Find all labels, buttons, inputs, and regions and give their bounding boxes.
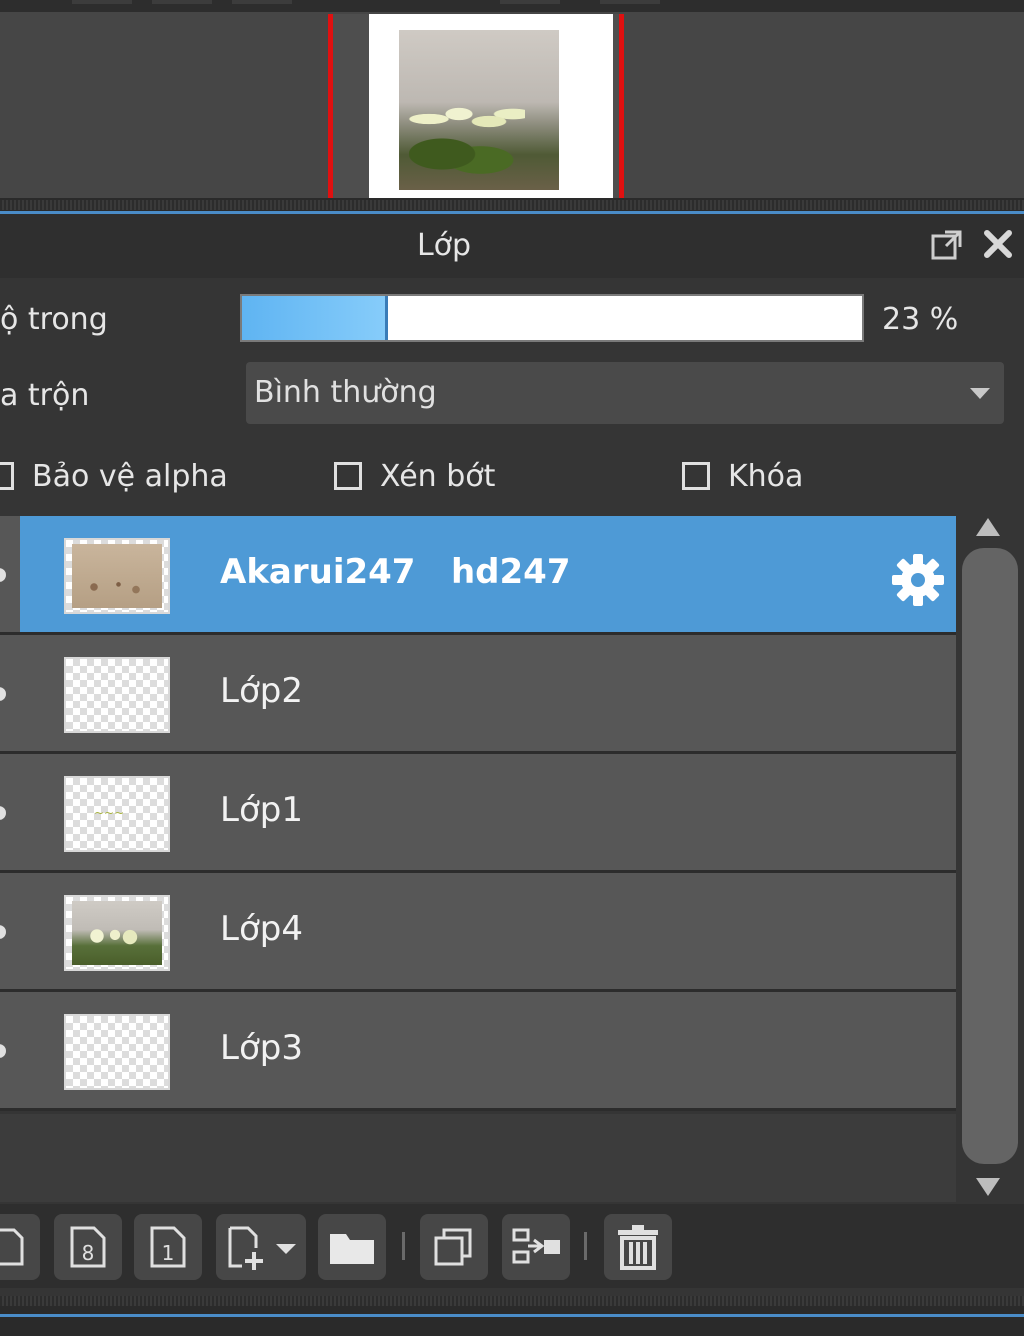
- layer-name: Lớp1: [220, 790, 303, 830]
- folder-icon: [330, 1234, 374, 1264]
- layer-name: Lớp3: [220, 1028, 303, 1068]
- layer-thumbnail: ~~~: [64, 776, 170, 852]
- checkbox-box[interactable]: [0, 462, 14, 490]
- close-icon[interactable]: [980, 226, 1016, 262]
- navigator-top-strip: [0, 0, 1024, 12]
- layer-toolbar: 8 1: [0, 1204, 1024, 1288]
- protect-alpha-label: Bảo vệ alpha: [32, 458, 228, 494]
- scroll-down-arrow-icon[interactable]: [976, 1178, 1000, 1196]
- panel-splitter[interactable]: [0, 200, 1024, 210]
- chevron-down-icon: [970, 388, 990, 399]
- layer-name: Lớp4: [220, 909, 303, 949]
- visibility-eye-icon[interactable]: [0, 687, 6, 701]
- add-layer-dropdown-button[interactable]: [216, 1214, 306, 1280]
- clipping-checkbox[interactable]: Xén bớt: [334, 458, 495, 494]
- layer-list: Akarui247 hd247 Lớp2 ~~~ Lớp1 Lớp4 Lớp3: [0, 516, 956, 1114]
- navigator-panel[interactable]: [0, 12, 1024, 198]
- duplicate-icon: [434, 1228, 472, 1266]
- scrollbar-thumb[interactable]: [962, 548, 1018, 1164]
- scroll-up-arrow-icon[interactable]: [976, 518, 1000, 536]
- layer-row[interactable]: Lớp3: [0, 992, 956, 1111]
- svg-text:8: 8: [82, 1241, 95, 1265]
- toolbar-stub: [72, 0, 132, 4]
- new-8bit-layer-button[interactable]: 8: [54, 1214, 122, 1280]
- delete-layer-button[interactable]: [604, 1214, 672, 1280]
- visibility-eye-icon[interactable]: [0, 1044, 6, 1058]
- opacity-label: ộ trong: [0, 302, 108, 337]
- blend-mode-select[interactable]: Bình thường: [246, 362, 1004, 424]
- duplicate-layer-button[interactable]: [420, 1214, 488, 1280]
- toolbar-separator: [584, 1232, 587, 1260]
- new-1bit-layer-button[interactable]: 1: [134, 1214, 202, 1280]
- gear-icon[interactable]: [888, 550, 948, 610]
- next-panel-strip: [0, 1317, 1024, 1336]
- opacity-slider[interactable]: [240, 294, 864, 342]
- lock-checkbox[interactable]: Khóa: [682, 458, 803, 494]
- blend-mode-label: a trộn: [0, 378, 90, 413]
- opacity-value: 23 %: [882, 302, 959, 337]
- canvas-photo: [399, 30, 559, 190]
- layer-thumbnail: [64, 538, 170, 614]
- layer-name: Lớp2: [220, 671, 303, 711]
- layer-name: Akarui247 hd247: [220, 552, 571, 592]
- navigator-canvas-preview: [369, 14, 613, 198]
- layer-row[interactable]: ~~~ Lớp1: [0, 754, 956, 873]
- layer-thumbnail: [64, 1014, 170, 1090]
- leaves-image: [409, 130, 519, 190]
- toolbar-separator: [402, 1232, 405, 1260]
- protect-alpha-checkbox[interactable]: Bảo vệ alpha: [0, 458, 228, 494]
- layer-list-empty-area[interactable]: [0, 1114, 956, 1202]
- new-8bit-layer-icon: 8: [70, 1226, 106, 1268]
- thumbnail-image: [72, 901, 162, 965]
- visibility-eye-icon[interactable]: [0, 925, 6, 939]
- layer-row[interactable]: Akarui247 hd247: [0, 516, 956, 635]
- checkbox-box[interactable]: [682, 462, 710, 490]
- toolbar-stub: [152, 0, 212, 4]
- trash-icon: [618, 1225, 658, 1270]
- toolbar-stub: [232, 0, 292, 4]
- add-layer-dropdown-icon: [228, 1226, 296, 1270]
- visibility-eye-icon[interactable]: [0, 806, 6, 820]
- opacity-slider-fill: [242, 296, 388, 340]
- thumbnail-image: [72, 544, 162, 608]
- toolbar-stub: [600, 0, 660, 4]
- panel-title: Lớp: [416, 228, 472, 263]
- checkbox-box[interactable]: [334, 462, 362, 490]
- lock-label: Khóa: [728, 458, 804, 494]
- svg-text:1: 1: [162, 1241, 175, 1265]
- layer-panel: Lớp ộ trong 23 % a trộn Bình thường Bảo …: [0, 214, 1024, 1302]
- toolbar-stub: [500, 0, 560, 4]
- new-layer-button[interactable]: [0, 1214, 40, 1280]
- merge-down-button[interactable]: [502, 1214, 570, 1280]
- new-1bit-layer-icon: 1: [150, 1226, 186, 1268]
- panel-splitter[interactable]: [0, 1296, 1024, 1306]
- new-layer-icon: [0, 1228, 24, 1266]
- merge-down-icon: [512, 1228, 560, 1264]
- blend-mode-value: Bình thường: [254, 375, 437, 410]
- clipping-label: Xén bớt: [380, 458, 496, 494]
- navigator-view-frame[interactable]: [328, 14, 624, 198]
- layer-thumbnail: [64, 895, 170, 971]
- panel-titlebar: Lớp: [0, 214, 1024, 278]
- layer-row[interactable]: Lớp4: [0, 873, 956, 992]
- float-panel-icon[interactable]: [930, 228, 964, 262]
- new-folder-button[interactable]: [318, 1214, 386, 1280]
- layer-thumbnail: [64, 657, 170, 733]
- text-mark-thumbnail: ~~~: [94, 806, 125, 820]
- layer-row[interactable]: Lớp2: [0, 635, 956, 754]
